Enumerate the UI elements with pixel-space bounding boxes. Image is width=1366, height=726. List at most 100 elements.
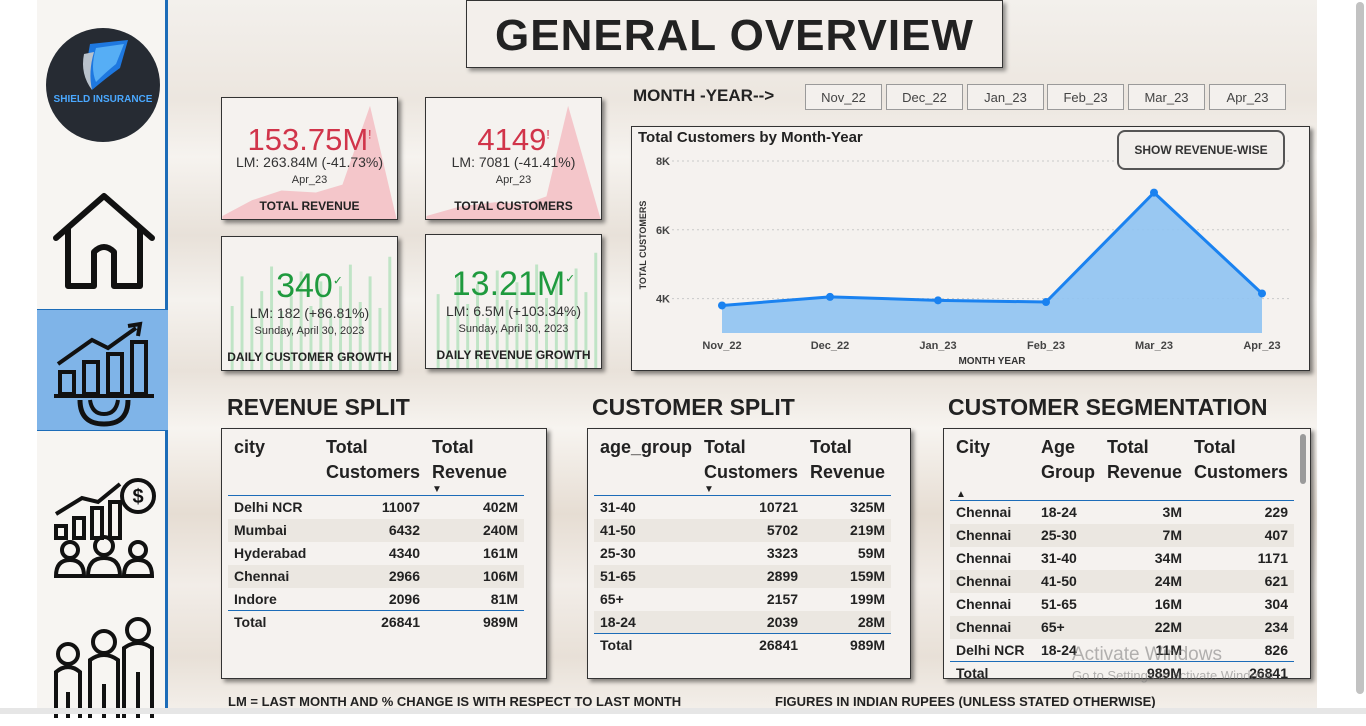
table-cell: 65+ xyxy=(1034,615,1101,639)
table-cell: 41-50 xyxy=(1034,569,1101,593)
table-cell: 2039 xyxy=(698,610,805,634)
month-year-slicer-label: MONTH -YEAR--> xyxy=(633,86,775,105)
table-cell: Delhi NCR xyxy=(956,641,1025,658)
table-cell: 240M xyxy=(426,518,524,542)
table-row[interactable]: Chennai 2966 106M xyxy=(228,564,524,588)
column-header-total-customers[interactable]: Total Customers xyxy=(320,431,426,496)
nav-home-button[interactable] xyxy=(37,182,168,304)
column-header-total-customers[interactable]: Total Customers ▼ xyxy=(698,431,804,496)
data-point xyxy=(934,296,942,305)
table-cell: 3323 xyxy=(766,545,799,561)
table-row[interactable]: Chennai 41-50 24M 621 xyxy=(950,569,1294,593)
kpi-value: 340✓ xyxy=(276,267,343,305)
table-cell: 621 xyxy=(1187,569,1294,593)
table-cell: 4340 xyxy=(388,545,421,561)
scrollbar-thumb[interactable] xyxy=(1356,2,1364,694)
slicer-option-mar-23[interactable]: Mar_23 xyxy=(1128,84,1205,110)
svg-text:$: $ xyxy=(132,486,143,508)
table-cell: 6432 xyxy=(320,518,427,542)
table-row[interactable]: 41-50 5702 219M xyxy=(594,518,892,542)
kpi-label: TOTAL REVENUE xyxy=(259,199,360,213)
data-point xyxy=(1150,188,1158,197)
table-row[interactable]: 65+ 2157 199M xyxy=(594,588,891,611)
column-header-total-customers[interactable]: Total Customers xyxy=(1188,431,1294,501)
table-row[interactable]: Chennai 65+ 22M 234 xyxy=(950,615,1294,639)
column-header-city[interactable]: city xyxy=(228,431,320,496)
x-tick-label: Mar_23 xyxy=(1135,340,1173,352)
shield-icon xyxy=(83,40,128,90)
table-cell: 2899 xyxy=(698,564,805,588)
kpi-date: Sunday, April 30, 2023 xyxy=(254,325,365,337)
table-total-cell: Total xyxy=(228,610,320,634)
nav-overview-button[interactable] xyxy=(37,309,168,431)
sort-asc-icon: ▲ xyxy=(956,489,966,500)
column-header-city[interactable]: City ▲ xyxy=(950,431,1035,501)
revenue-growth-icon: $ xyxy=(53,478,156,578)
table-row[interactable]: Chennai 25-30 7M 407 xyxy=(950,523,1294,547)
kpi-last-month: LM: 182 (+86.81%) xyxy=(249,305,370,321)
table-cell: 31-40 xyxy=(1040,550,1077,566)
slicer-option-jan-23[interactable]: Jan_23 xyxy=(967,84,1044,110)
table-cell: 51-65 xyxy=(594,564,699,588)
sort-desc-icon: ▼ xyxy=(704,484,714,495)
footer-note-right: FIGURES IN INDIAN RUPEES (UNLESS STATED … xyxy=(775,694,1156,709)
table-row[interactable]: Chennai 31-40 34M 1171 xyxy=(950,547,1294,570)
column-header-total-revenue[interactable]: Total Revenue xyxy=(1101,431,1188,501)
table-total-cell: 989M xyxy=(426,610,524,634)
table-row[interactable]: 18-24 2039 28M xyxy=(594,610,892,634)
page-scrollbar[interactable] xyxy=(1353,0,1366,714)
table-cell: 5702 xyxy=(698,518,805,542)
table-cell: 28M xyxy=(804,610,892,634)
kpi-date: Apr_23 xyxy=(495,174,532,186)
table-row[interactable]: Chennai 18-24 3M 229 xyxy=(950,501,1294,524)
activate-windows-subtext: Go to Settings to activate Windows. xyxy=(1072,668,1278,683)
table-row[interactable]: Delhi NCR 11007 402M xyxy=(228,496,524,519)
table-cell: 81M xyxy=(490,590,518,607)
page-title-box: GENERAL OVERVIEW xyxy=(466,0,1003,68)
data-point xyxy=(1042,298,1050,307)
y-tick-label: 6K xyxy=(656,225,670,237)
slicer-option-nov-22[interactable]: Nov_22 xyxy=(805,84,882,110)
table-row[interactable]: 51-65 2899 159M xyxy=(594,564,892,588)
table-cell: 41-50 xyxy=(594,518,699,542)
nav-sidebar: SHIELD INSURANCE $ xyxy=(37,0,168,718)
table-cell: 34M xyxy=(1154,550,1182,566)
kpi-date: Sunday, April 30, 2023 xyxy=(458,323,569,335)
report-canvas: SHIELD INSURANCE $ GENERAL OVERVIEW 153.… xyxy=(0,0,1366,718)
table-cell: 159M xyxy=(804,564,892,588)
table-cell: 2157 xyxy=(766,591,799,607)
table-cell: Chennai xyxy=(956,596,1012,612)
show-revenue-wise-button[interactable]: SHOW REVENUE-WISE xyxy=(1117,130,1285,170)
table-scrollbar[interactable] xyxy=(1300,434,1306,484)
table-cell: 2096 xyxy=(388,590,421,607)
nav-revenue-button[interactable]: $ xyxy=(37,458,168,580)
bottom-scrollbar[interactable] xyxy=(0,708,1366,714)
table-cell: Indore xyxy=(234,590,277,607)
table-row[interactable]: Hyderabad 4340 161M xyxy=(228,542,524,565)
column-header-age-group[interactable]: age_group xyxy=(594,431,698,496)
table-cell: 18-24 xyxy=(594,610,699,634)
table-cell: 161M xyxy=(482,545,518,561)
table-row[interactable]: 25-30 3323 59M xyxy=(594,542,891,565)
slicer-option-apr-23[interactable]: Apr_23 xyxy=(1209,84,1286,110)
kpi-date: Apr_23 xyxy=(291,174,328,186)
revenue-split-heading: REVENUE SPLIT xyxy=(227,394,410,420)
table-cell: 22M xyxy=(1100,615,1188,639)
column-header-total-revenue[interactable]: Total Revenue xyxy=(804,431,891,496)
column-header-age-group[interactable]: Age Group xyxy=(1035,431,1101,501)
table-row[interactable]: 31-40 10721 325M xyxy=(594,496,891,519)
slicer-option-feb-23[interactable]: Feb_23 xyxy=(1047,84,1124,110)
customer-split-table-card: age_group Total Customers ▼ Total Revenue… xyxy=(587,428,911,679)
shield-insurance-logo: SHIELD INSURANCE xyxy=(46,28,160,142)
logo-text: SHIELD INSURANCE xyxy=(53,94,153,105)
slicer-option-dec-22[interactable]: Dec_22 xyxy=(886,84,963,110)
table-row[interactable]: Indore 2096 81M xyxy=(228,588,524,611)
report-page: SHIELD INSURANCE $ GENERAL OVERVIEW 153.… xyxy=(37,0,1317,718)
table-cell: 10721 xyxy=(759,499,799,516)
table-cell: Chennai xyxy=(950,615,1035,639)
table-cell: 25-30 xyxy=(600,545,636,561)
table-row[interactable]: Chennai 51-65 16M 304 xyxy=(950,593,1294,616)
column-header-total-revenue[interactable]: Total Revenue ▼ xyxy=(426,431,524,496)
table-total-row: Total 26841 989M xyxy=(594,633,892,657)
table-row[interactable]: Mumbai 6432 240M xyxy=(228,518,524,542)
